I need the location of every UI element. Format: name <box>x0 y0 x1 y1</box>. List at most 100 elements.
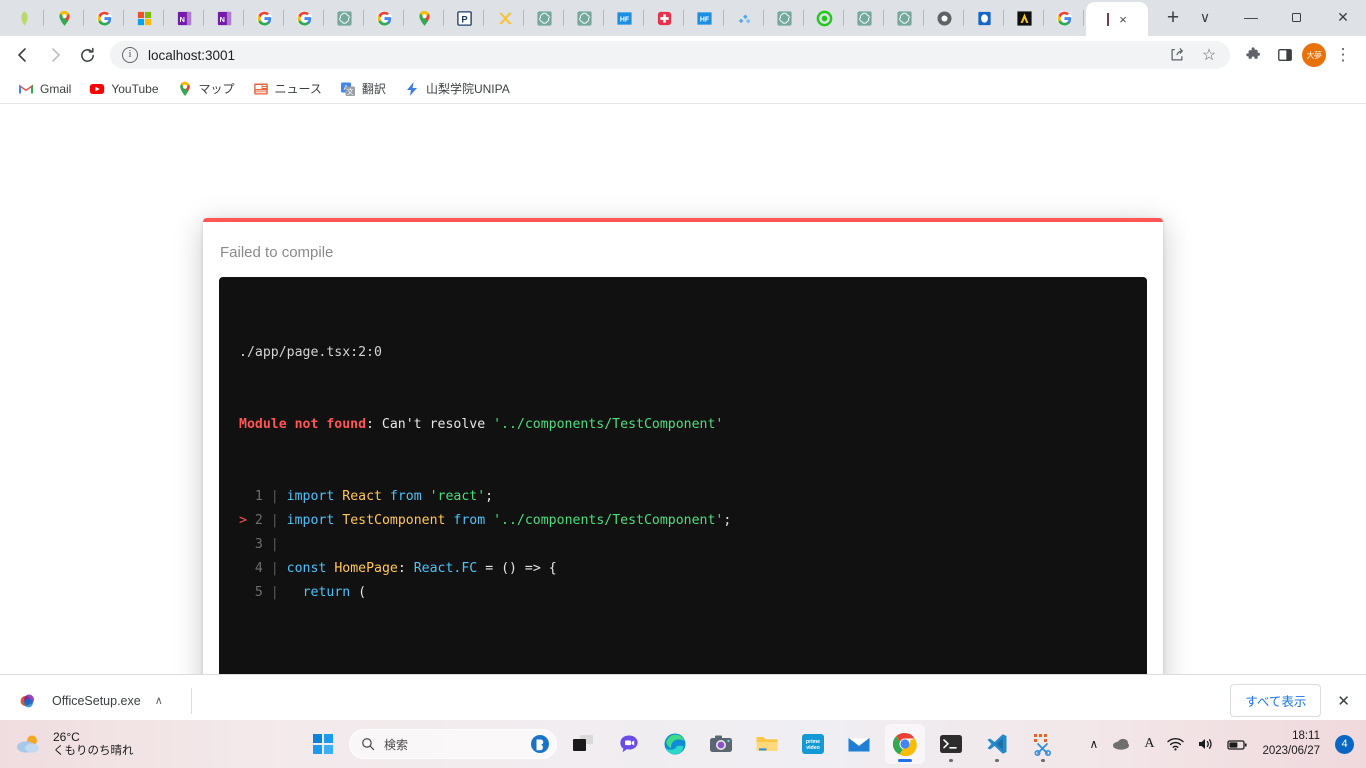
extensions-button[interactable] <box>1238 40 1268 70</box>
pinned-tab[interactable] <box>284 1 324 35</box>
download-file-name: OfficeSetup.exe <box>52 693 141 708</box>
start-button[interactable] <box>303 724 343 764</box>
maximize-button[interactable] <box>1274 0 1320 34</box>
clock-date: 2023/06/27 <box>1262 745 1320 757</box>
notification-badge[interactable]: 4 <box>1335 734 1354 754</box>
pinned-tab[interactable] <box>124 1 164 35</box>
bookmark-star-icon[interactable]: ☆ <box>1194 40 1224 70</box>
pinned-tab[interactable] <box>804 1 844 35</box>
pinned-tab[interactable] <box>324 1 364 35</box>
pinned-tab[interactable] <box>1004 1 1044 35</box>
pinned-tab[interactable]: N <box>164 1 204 35</box>
profile-avatar[interactable]: 大夢 <box>1302 43 1326 67</box>
ime-mode-icon[interactable]: A <box>1144 736 1154 752</box>
task-view-button[interactable] <box>563 724 603 764</box>
address-bar[interactable]: i localhost:3001 ☆ <box>110 41 1230 69</box>
tab-search-icon[interactable]: ∨ <box>1182 0 1228 34</box>
pinned-tab[interactable] <box>564 1 604 35</box>
side-panel-button[interactable] <box>1270 40 1300 70</box>
onedrive-cloud-icon[interactable] <box>1111 737 1131 751</box>
task-view-icon <box>573 735 593 751</box>
pinned-tab[interactable] <box>924 1 964 35</box>
chrome-menu-button[interactable]: ⋮ <box>1328 40 1358 70</box>
weather-widget[interactable]: 26°C くもりのち晴れ <box>0 730 134 758</box>
google-icon <box>376 10 392 26</box>
pinned-tab[interactable] <box>244 1 284 35</box>
pinned-tab[interactable] <box>964 1 1004 35</box>
pinned-tab[interactable] <box>364 1 404 35</box>
reload-button[interactable] <box>72 40 102 70</box>
bookmark-item[interactable]: ニュース <box>245 76 330 101</box>
running-indicator <box>1041 759 1045 762</box>
show-all-downloads-button[interactable]: すべて表示 <box>1230 684 1322 717</box>
pinned-tab[interactable]: P <box>444 1 484 35</box>
office-icon <box>20 694 34 707</box>
minimize-button[interactable]: — <box>1228 0 1274 34</box>
code-line-number: 4 <box>254 561 263 576</box>
chrome-button[interactable] <box>885 724 925 764</box>
snipping-tool-button[interactable] <box>1023 724 1063 764</box>
forward-button[interactable] <box>40 40 70 70</box>
huggingface-icon: HF <box>616 11 632 25</box>
close-shelf-button[interactable]: ✕ <box>1337 692 1354 710</box>
pinned-tab[interactable] <box>404 1 444 35</box>
weather-icon <box>17 735 39 753</box>
excel-x-icon <box>498 12 512 24</box>
prime-video-button[interactable]: prime video <box>793 724 833 764</box>
download-menu-chevron-icon[interactable]: ∧ <box>155 694 163 707</box>
site-info-icon[interactable]: i <box>122 47 138 63</box>
bookmark-label: 山梨学院UNIPA <box>425 82 510 96</box>
tray-expand-chevron-icon[interactable]: ∧ <box>1090 737 1099 751</box>
share-icon[interactable] <box>1162 40 1192 70</box>
taskbar-search-box[interactable]: 検索 <box>349 729 557 759</box>
running-indicator <box>949 759 953 762</box>
pinned-tab[interactable] <box>1044 1 1084 35</box>
openai-icon <box>536 10 552 26</box>
download-item[interactable]: OfficeSetup.exe ∧ <box>12 691 169 711</box>
pinned-tab[interactable] <box>844 1 884 35</box>
pinned-tab[interactable] <box>84 1 124 35</box>
active-tab[interactable]: × <box>1086 2 1148 36</box>
edge-button[interactable] <box>655 724 695 764</box>
pinned-tab[interactable]: N <box>204 1 244 35</box>
bookmark-item[interactable]: YouTube <box>81 77 166 101</box>
pinned-tab[interactable] <box>4 1 44 35</box>
bing-chat-icon[interactable] <box>530 734 550 754</box>
camera-button[interactable] <box>701 724 741 764</box>
windows-taskbar: 26°C くもりのち晴れ 検索 prime video ∧ A 18:11 20… <box>0 720 1366 768</box>
file-explorer-button[interactable] <box>747 724 787 764</box>
pinned-tab[interactable] <box>724 1 764 35</box>
wifi-icon[interactable] <box>1167 737 1185 751</box>
chat-button[interactable] <box>609 724 649 764</box>
mail-button[interactable] <box>839 724 879 764</box>
code-line-number: 2 <box>254 513 263 528</box>
openai-icon <box>896 10 912 26</box>
bookmark-item[interactable]: マップ <box>169 76 243 101</box>
error-line-marker: > <box>239 513 255 528</box>
battery-icon[interactable] <box>1227 738 1248 751</box>
vscode-button[interactable] <box>977 724 1017 764</box>
bookmark-item[interactable]: A文翻訳 <box>332 76 394 101</box>
clock[interactable]: 18:11 2023/06/27 <box>1262 729 1320 759</box>
bookmark-item[interactable]: 山梨学院UNIPA <box>396 76 518 101</box>
terminal-button[interactable] <box>931 724 971 764</box>
active-indicator <box>898 759 912 762</box>
code-token: import <box>286 489 343 504</box>
weather-text: 26°C くもりのち晴れ <box>53 730 134 758</box>
code-line-number: 1 <box>254 489 263 504</box>
pinned-tab[interactable] <box>484 1 524 35</box>
pinned-tab[interactable]: HF <box>604 1 644 35</box>
back-button[interactable] <box>8 40 38 70</box>
close-window-button[interactable]: ✕ <box>1320 0 1366 34</box>
pinned-tab[interactable] <box>44 1 84 35</box>
pinned-tab[interactable] <box>884 1 924 35</box>
bookmark-item[interactable]: Gmail <box>10 77 79 101</box>
pinned-tab[interactable] <box>764 1 804 35</box>
volume-icon[interactable] <box>1197 737 1214 751</box>
google-translate-icon: A文 <box>340 82 355 96</box>
pinned-tab[interactable]: HF <box>684 1 724 35</box>
pinned-tab[interactable] <box>644 1 684 35</box>
pinned-tab[interactable] <box>524 1 564 35</box>
tab-close-icon[interactable]: × <box>1119 13 1127 26</box>
error-line-marker <box>239 585 255 600</box>
